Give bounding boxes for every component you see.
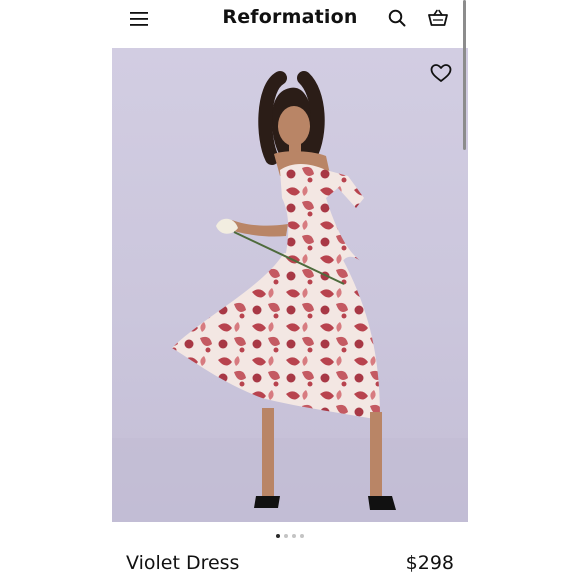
heart-outline-icon[interactable] [430,63,452,83]
product-name: Violet Dress [126,552,240,574]
carousel-dot[interactable] [300,534,304,538]
carousel-dots [112,534,468,538]
product-price: $298 [405,552,454,574]
product-image[interactable] [112,48,468,522]
scrollbar[interactable] [463,0,466,150]
model-photo [112,71,468,522]
top-nav: Reformation [112,0,468,48]
product-page: Reformation Violet Dress $298 [112,0,468,580]
carousel-dot[interactable] [292,534,296,538]
brand-logo[interactable]: Reformation [112,6,468,28]
carousel-dot[interactable] [284,534,288,538]
carousel-dot[interactable] [276,534,280,538]
shopping-bag-icon[interactable] [428,9,448,27]
search-icon[interactable] [388,9,406,27]
